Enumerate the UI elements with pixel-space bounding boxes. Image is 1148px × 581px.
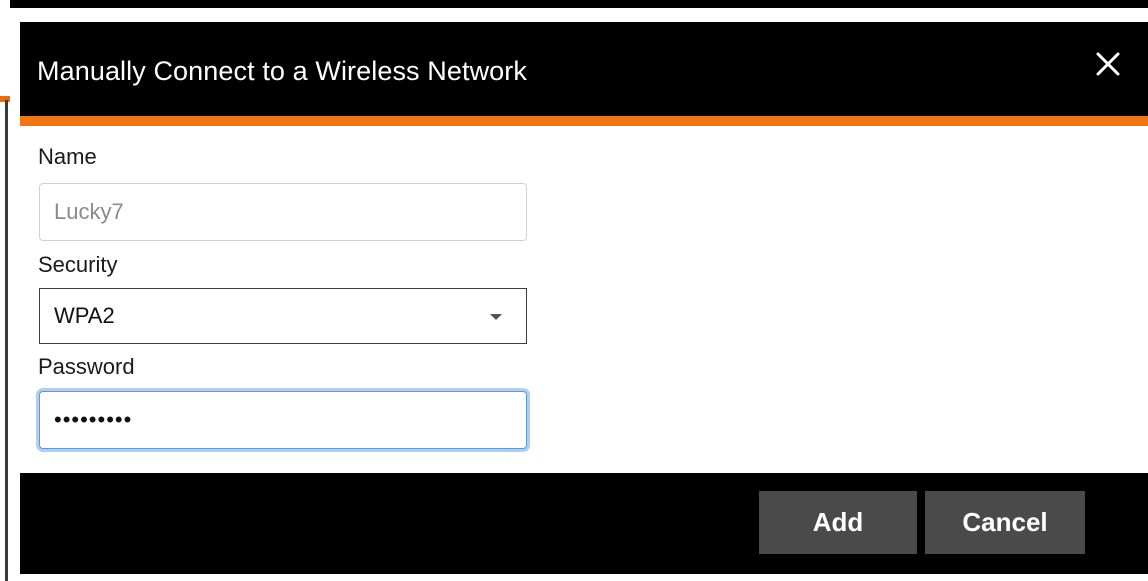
backdrop-left-edge	[5, 100, 8, 581]
security-label: Security	[38, 252, 118, 277]
name-label: Name	[38, 144, 97, 169]
backdrop-top-edge	[0, 0, 1148, 8]
cancel-button[interactable]: Cancel	[925, 491, 1085, 554]
chevron-down-icon	[490, 314, 502, 320]
header-accent-bar	[20, 116, 1148, 126]
dialog-footer: Add Cancel	[20, 473, 1148, 574]
close-button[interactable]	[1090, 46, 1126, 82]
security-selected-value: WPA2	[54, 303, 115, 328]
dialog-title: Manually Connect to a Wireless Network	[37, 56, 527, 86]
close-icon	[1096, 52, 1120, 76]
page: Manually Connect to a Wireless Network N…	[0, 0, 1148, 581]
add-button[interactable]: Add	[759, 491, 917, 554]
security-select[interactable]: WPA2	[39, 288, 527, 344]
password-input[interactable]	[39, 391, 527, 449]
wireless-connect-dialog: Manually Connect to a Wireless Network N…	[20, 22, 1148, 574]
dialog-header: Manually Connect to a Wireless Network	[20, 22, 1148, 116]
name-input[interactable]	[39, 183, 527, 241]
password-label: Password	[38, 354, 135, 379]
